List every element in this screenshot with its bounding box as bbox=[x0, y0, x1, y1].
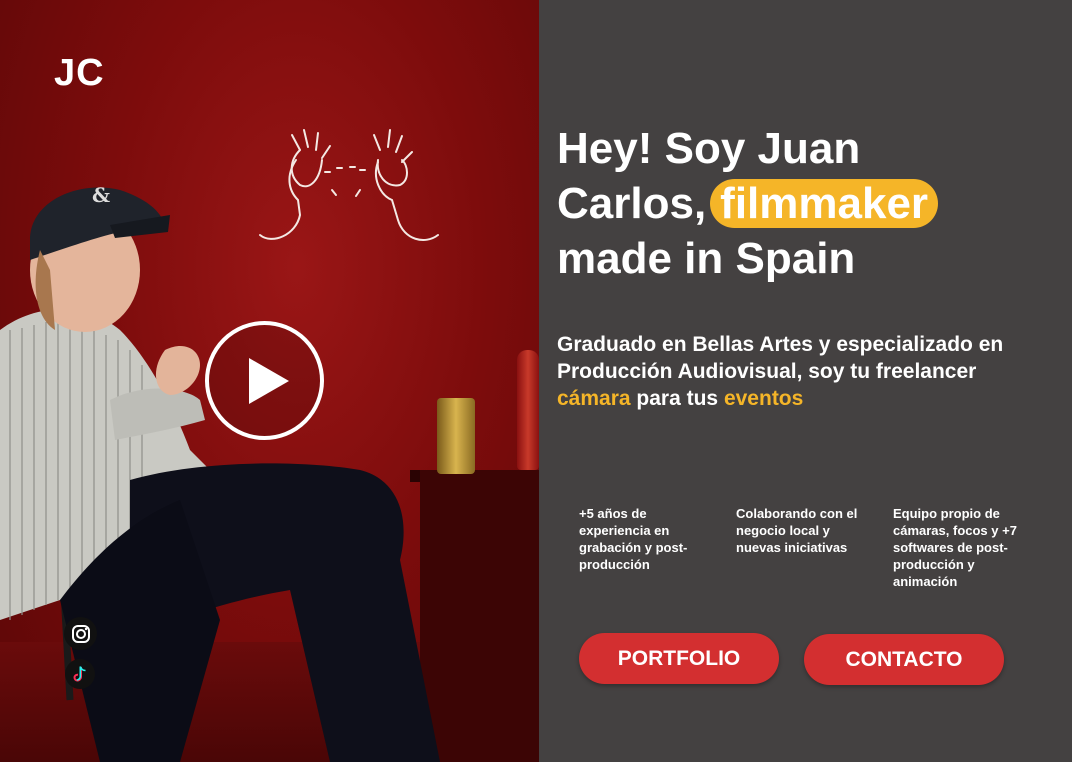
content-panel: Hey! Soy Juan Carlos, filmmaker made in S… bbox=[539, 0, 1072, 762]
hero-intro: Graduado en Bellas Artes y especializado… bbox=[557, 331, 1017, 412]
feature-equipment: Equipo propio de cámaras, focos y +7 sof… bbox=[893, 506, 1017, 589]
hero-headline: Hey! Soy Juan Carlos, filmmaker made in S… bbox=[557, 121, 977, 286]
headline-highlight: filmmaker bbox=[710, 179, 939, 228]
play-icon bbox=[248, 357, 289, 404]
logo[interactable]: JC bbox=[54, 54, 105, 92]
video-panel[interactable]: & JC bbox=[0, 0, 539, 762]
intro-accent-camera: cámara bbox=[557, 387, 631, 410]
svg-text:&: & bbox=[92, 183, 110, 207]
tiktok-link[interactable] bbox=[65, 659, 95, 689]
portfolio-button[interactable]: PORTFOLIO bbox=[579, 633, 779, 684]
feature-experience: +5 años de experiencia en grabación y po… bbox=[579, 506, 688, 572]
instagram-link[interactable] bbox=[64, 617, 97, 650]
contact-button[interactable]: CONTACTO bbox=[804, 634, 1004, 685]
intro-part2: para tus bbox=[636, 387, 719, 410]
play-button[interactable] bbox=[205, 321, 324, 440]
tiktok-icon bbox=[73, 666, 86, 682]
intro-accent-events: eventos bbox=[723, 387, 804, 410]
intro-part1: Graduado en Bellas Artes y especializado… bbox=[557, 333, 1004, 383]
instagram-icon bbox=[71, 624, 90, 643]
feature-local-business: Colaborando con el negocio local y nueva… bbox=[736, 506, 858, 555]
headline-part2: made in Spain bbox=[557, 234, 856, 283]
